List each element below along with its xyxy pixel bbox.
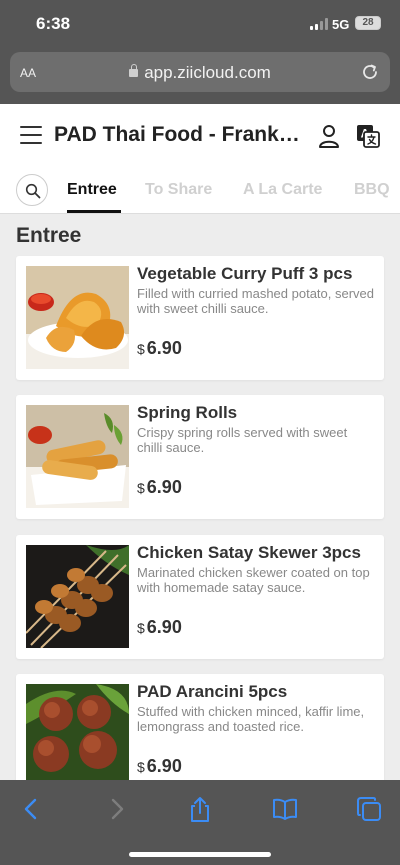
translate-icon[interactable]: A <box>356 124 380 148</box>
tab-entree[interactable]: Entree <box>67 181 117 199</box>
currency-symbol: $ <box>137 759 145 775</box>
satay-skewer-photo <box>26 545 129 648</box>
menu-item-price: $6.90 <box>137 477 182 498</box>
arancini-photo <box>26 684 129 780</box>
url-display[interactable]: app.ziicloud.com <box>10 63 390 83</box>
reload-icon[interactable] <box>360 62 380 82</box>
search-button[interactable] <box>16 174 48 206</box>
currency-symbol: $ <box>137 620 145 636</box>
menu-item-card[interactable]: Vegetable Curry Puff 3 pcs Filled with c… <box>16 256 384 380</box>
menu-item-description: Filled with curried mashed potato, serve… <box>137 286 375 316</box>
price-amount: 6.90 <box>146 756 182 776</box>
user-icon[interactable] <box>318 124 340 148</box>
price-amount: 6.90 <box>146 338 182 358</box>
home-indicator <box>129 852 271 857</box>
menu-item-card[interactable]: PAD Arancini 5pcs Stuffed with chicken m… <box>16 674 384 780</box>
battery-icon: 28 <box>355 16 381 30</box>
browser-bar: AA app.ziicloud.com <box>0 48 400 104</box>
menu-item-description: Crispy spring rolls served with sweet ch… <box>137 425 348 455</box>
menu-item-price: $6.90 <box>137 338 182 359</box>
menu-item-card[interactable]: Chicken Satay Skewer 3pcs Marinated chic… <box>16 535 384 659</box>
menu-item-name: PAD Arancini 5pcs <box>137 682 288 701</box>
network-type: 5G <box>332 17 350 32</box>
menu-item-card[interactable]: Spring Rolls Crispy spring rolls served … <box>16 395 384 519</box>
menu-item-name: Chicken Satay Skewer 3pcs <box>137 543 361 562</box>
price-amount: 6.90 <box>146 477 182 497</box>
address-bar[interactable]: AA app.ziicloud.com <box>10 52 390 92</box>
tab-a-la-carte[interactable]: A La Carte <box>243 181 322 199</box>
price-amount: 6.90 <box>146 617 182 637</box>
active-tab-indicator <box>67 210 121 213</box>
menu-item-price: $6.90 <box>137 756 182 777</box>
search-icon <box>25 183 41 199</box>
menu-list: Entree Vegetable Curry Puff 3 pcs Filled… <box>0 214 400 780</box>
url-text: app.ziicloud.com <box>144 63 271 82</box>
menu-item-name: Spring Rolls <box>137 403 238 422</box>
hamburger-menu-icon[interactable] <box>20 126 42 144</box>
share-icon[interactable] <box>187 796 213 822</box>
signal-icon <box>310 18 328 30</box>
browser-toolbar <box>0 780 400 865</box>
menu-item-name: Vegetable Curry Puff 3 pcs <box>137 264 353 283</box>
status-bar: 6:38 5G 28 <box>0 0 400 48</box>
page-title: PAD Thai Food - Frankston <box>54 123 304 146</box>
app-header: PAD Thai Food - Frankston A <box>0 104 400 166</box>
category-tabs: Entree To Share A La Carte BBQ <box>0 166 400 214</box>
menu-item-price: $6.90 <box>137 617 182 638</box>
tabs-icon[interactable] <box>356 796 382 822</box>
currency-symbol: $ <box>137 480 145 496</box>
section-title: Entree <box>16 224 82 247</box>
forward-arrow-icon[interactable] <box>104 796 130 822</box>
status-time: 6:38 <box>36 14 71 33</box>
tab-bbq[interactable]: BBQ <box>354 181 390 199</box>
menu-item-description: Stuffed with chicken minced, kaffir lime… <box>137 704 365 734</box>
tab-to-share[interactable]: To Share <box>145 181 212 199</box>
lock-icon <box>129 64 139 77</box>
back-arrow-icon[interactable] <box>18 796 44 822</box>
spring-rolls-photo <box>26 405 129 508</box>
bookmarks-icon[interactable] <box>272 796 298 822</box>
currency-symbol: $ <box>137 341 145 357</box>
menu-item-description: Marinated chicken skewer coated on top w… <box>137 565 370 595</box>
curry-puff-photo <box>26 266 129 369</box>
